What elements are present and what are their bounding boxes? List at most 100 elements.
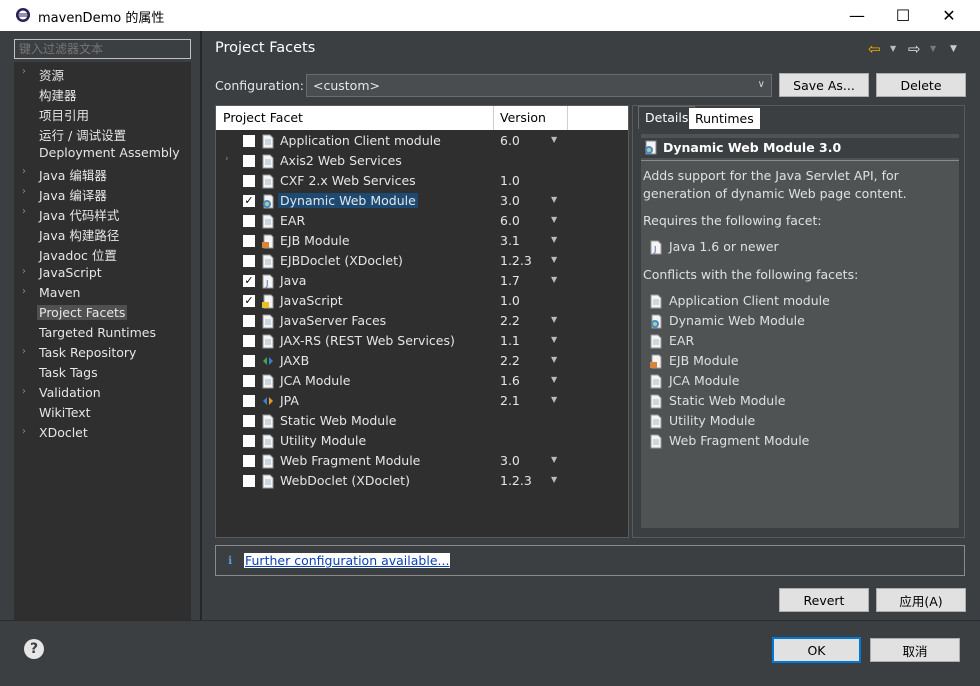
facet-checkbox[interactable] [243, 415, 255, 427]
table-row[interactable]: Application Client module 6.0 ▼ [216, 131, 628, 151]
nav-item[interactable]: › JavaScript [14, 263, 191, 283]
chevron-right-icon[interactable]: › [22, 426, 26, 437]
configuration-select[interactable]: <custom> ∨ [306, 74, 772, 97]
nav-item[interactable]: › Validation [14, 383, 191, 403]
back-menu-chevron-icon[interactable]: ▼ [890, 44, 896, 53]
table-row[interactable]: › Axis2 Web Services [216, 151, 628, 171]
facet-checkbox[interactable] [243, 435, 255, 447]
column-header-version[interactable]: Version [500, 110, 546, 125]
facet-checkbox[interactable]: ✓ [243, 295, 255, 307]
chevron-right-icon[interactable]: › [225, 154, 229, 164]
facet-checkbox[interactable] [243, 455, 255, 467]
version-dropdown-icon[interactable]: ▼ [551, 315, 557, 324]
chevron-right-icon[interactable]: › [22, 206, 26, 217]
version-dropdown-icon[interactable]: ▼ [551, 375, 557, 384]
ok-button[interactable]: OK [772, 637, 861, 663]
version-dropdown-icon[interactable]: ▼ [551, 335, 557, 344]
facet-version[interactable]: 6.0 [500, 133, 520, 148]
version-dropdown-icon[interactable]: ▼ [551, 475, 557, 484]
facet-version[interactable]: 3.1 [500, 233, 520, 248]
facet-checkbox[interactable] [243, 155, 255, 167]
back-arrow-icon[interactable]: ⇦ [868, 40, 881, 58]
revert-button[interactable]: Revert [779, 588, 869, 612]
table-row[interactable]: ✓ Dynamic Web Module 3.0 ▼ [216, 191, 628, 211]
column-header-facet[interactable]: Project Facet [223, 110, 303, 125]
facet-checkbox[interactable] [243, 335, 255, 347]
facet-checkbox[interactable] [243, 375, 255, 387]
nav-item[interactable]: 构建器 [14, 83, 191, 103]
forward-menu-chevron-icon[interactable]: ▼ [930, 44, 936, 53]
tab-details[interactable]: Details [638, 106, 696, 129]
facet-version[interactable]: 2.2 [500, 353, 520, 368]
nav-item[interactable]: WikiText [14, 403, 191, 423]
table-row[interactable]: JAXB 2.2 ▼ [216, 351, 628, 371]
table-row[interactable]: Utility Module [216, 431, 628, 451]
facet-version[interactable]: 1.0 [500, 293, 520, 308]
version-dropdown-icon[interactable]: ▼ [551, 195, 557, 204]
column-separator[interactable] [493, 106, 494, 130]
facet-checkbox[interactable] [243, 395, 255, 407]
facet-version[interactable]: 3.0 [500, 453, 520, 468]
nav-item[interactable]: 项目引用 [14, 103, 191, 123]
nav-item[interactable]: › 资源 [14, 63, 191, 83]
version-dropdown-icon[interactable]: ▼ [551, 215, 557, 224]
facet-version[interactable]: 1.2.3 [500, 473, 532, 488]
nav-item[interactable]: 运行 / 调试设置 [14, 123, 191, 143]
column-separator[interactable] [567, 106, 568, 130]
nav-item[interactable]: Targeted Runtimes [14, 323, 191, 343]
nav-item[interactable]: › Java 编辑器 [14, 163, 191, 183]
facet-version[interactable]: 1.0 [500, 173, 520, 188]
facet-version[interactable]: 1.1 [500, 333, 520, 348]
table-row[interactable]: EAR 6.0 ▼ [216, 211, 628, 231]
chevron-right-icon[interactable]: › [22, 166, 26, 177]
version-dropdown-icon[interactable]: ▼ [551, 255, 557, 264]
version-dropdown-icon[interactable]: ▼ [551, 235, 557, 244]
nav-item[interactable]: Deployment Assembly [14, 143, 191, 163]
maximize-icon[interactable]: ☐ [880, 0, 926, 31]
nav-item[interactable]: › Task Repository [14, 343, 191, 363]
table-row[interactable]: EJBDoclet (XDoclet) 1.2.3 ▼ [216, 251, 628, 271]
version-dropdown-icon[interactable]: ▼ [551, 395, 557, 404]
facet-version[interactable]: 1.6 [500, 373, 520, 388]
minimize-icon[interactable]: — [834, 0, 880, 31]
facet-checkbox[interactable] [243, 215, 255, 227]
version-dropdown-icon[interactable]: ▼ [551, 135, 557, 144]
table-row[interactable]: Static Web Module [216, 411, 628, 431]
save-as-button[interactable]: Save As... [779, 73, 869, 97]
close-icon[interactable]: ✕ [926, 0, 972, 31]
table-row[interactable]: CXF 2.x Web Services 1.0 [216, 171, 628, 191]
facet-checkbox[interactable]: ✓ [243, 195, 255, 207]
view-menu-icon[interactable]: ▼ [950, 44, 957, 54]
chevron-right-icon[interactable]: › [22, 386, 26, 397]
table-row[interactable]: JavaServer Faces 2.2 ▼ [216, 311, 628, 331]
table-row[interactable]: JPA 2.1 ▼ [216, 391, 628, 411]
nav-item[interactable]: › XDoclet [14, 423, 191, 443]
nav-item[interactable]: › Java 代码样式 [14, 203, 191, 223]
table-row[interactable]: EJB Module 3.1 ▼ [216, 231, 628, 251]
version-dropdown-icon[interactable]: ▼ [551, 455, 557, 464]
sash[interactable] [200, 31, 202, 620]
nav-item[interactable]: › Maven [14, 283, 191, 303]
facet-checkbox[interactable] [243, 315, 255, 327]
table-row[interactable]: WebDoclet (XDoclet) 1.2.3 ▼ [216, 471, 628, 491]
help-icon[interactable]: ? [24, 639, 44, 659]
nav-item[interactable]: › Java 编译器 [14, 183, 191, 203]
further-configuration-link[interactable]: Further configuration available... [244, 553, 451, 568]
facet-version[interactable]: 6.0 [500, 213, 520, 228]
facet-checkbox[interactable] [243, 355, 255, 367]
table-row[interactable]: Web Fragment Module 3.0 ▼ [216, 451, 628, 471]
tab-runtimes[interactable]: Runtimes [689, 108, 760, 129]
table-row[interactable]: ✓ JavaScript 1.0 [216, 291, 628, 311]
facet-version[interactable]: 3.0 [500, 193, 520, 208]
chevron-right-icon[interactable]: › [22, 346, 26, 357]
version-dropdown-icon[interactable]: ▼ [551, 275, 557, 284]
table-row[interactable]: ✓ J Java 1.7 ▼ [216, 271, 628, 291]
nav-item[interactable]: Project Facets [14, 303, 191, 323]
facet-checkbox[interactable] [243, 235, 255, 247]
facet-checkbox[interactable] [243, 135, 255, 147]
apply-button[interactable]: 应用(A) [876, 588, 966, 612]
facet-checkbox[interactable] [243, 475, 255, 487]
table-row[interactable]: JCA Module 1.6 ▼ [216, 371, 628, 391]
table-row[interactable]: JAX-RS (REST Web Services) 1.1 ▼ [216, 331, 628, 351]
facet-version[interactable]: 1.2.3 [500, 253, 532, 268]
